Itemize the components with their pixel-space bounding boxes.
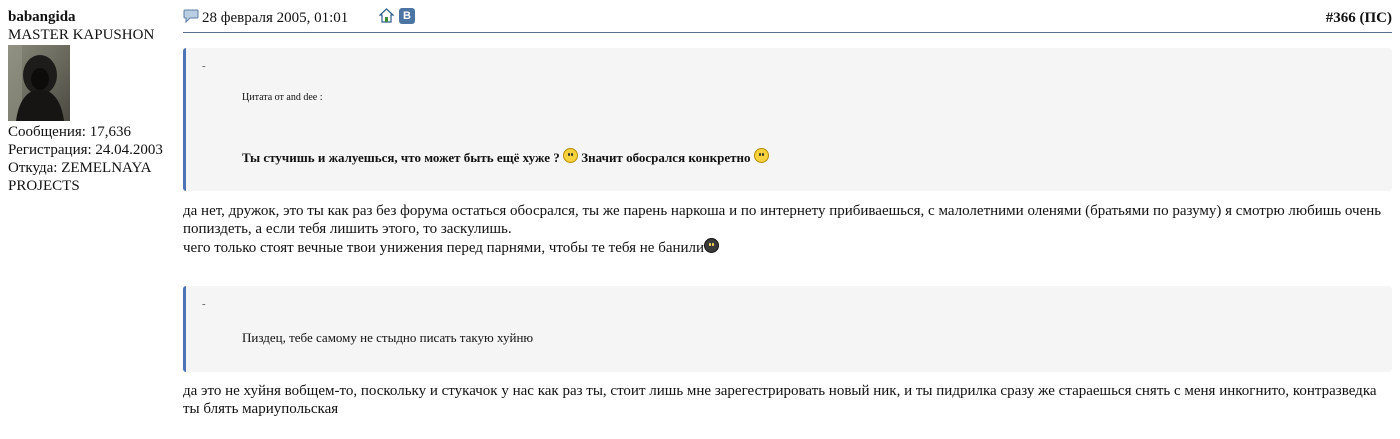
quote-text: Ты стучишь и жалуешься, что может быть е… [242, 148, 769, 166]
scared-smiley-icon [563, 148, 579, 163]
quote-author: Цитата от and dee : [242, 92, 323, 103]
cool-smiley-icon [704, 238, 720, 253]
quote-block-2: - Пиздец, тебе самому не стыдно писать т… [183, 286, 1392, 372]
reply-line-2-text: чего только стоят вечные твои унижения п… [183, 240, 705, 256]
reply-line-1: да нет, дружок, это ты как раз без форум… [183, 203, 1382, 237]
vk-icon[interactable]: В [399, 8, 415, 24]
quote-dash: - [202, 298, 206, 310]
avatar[interactable] [8, 45, 70, 121]
reply-text: да нет, дружок, это ты как раз без форум… [183, 202, 1392, 257]
user-location: Откуда: ZEMELNAYA PROJECTS [8, 160, 151, 194]
quote-dash: - [202, 60, 206, 72]
quote-text-part-a: Ты стучишь и жалуешься, что может быть е… [242, 150, 560, 165]
grin-smiley-icon [753, 148, 769, 163]
speech-bubble-icon [183, 9, 199, 23]
username[interactable]: babangida [8, 8, 178, 26]
reply-text-2: да это не хуйня вобщем-то, поскольку и с… [183, 383, 1377, 417]
post-header: 28 февраля 2005, 01:01 В #366 (ПС) [183, 8, 1392, 33]
user-rank: MASTER KAPUSHON [8, 27, 155, 43]
post: 28 февраля 2005, 01:01 В #366 (ПС) - Цит… [183, 8, 1392, 418]
home-icon[interactable] [379, 8, 394, 23]
quote-block: - Цитата от and dee : Ты стучишь и жалуе… [183, 48, 1392, 191]
quote-text-part-b: Значит обосрался конкретно [581, 150, 751, 165]
user-info: babangida MASTER KAPUSHON Сообщения: 17,… [8, 8, 178, 195]
post-date: 28 февраля 2005, 01:01 [202, 10, 349, 26]
post-number[interactable]: #366 (ПС) [1326, 10, 1392, 27]
reply-line-2: чего только стоят вечные твои унижения п… [183, 238, 1392, 257]
user-messages: Сообщения: 17,636 [8, 124, 131, 140]
quote-text-2: Пиздец, тебе самому не стыдно писать так… [242, 330, 534, 345]
user-registered: Регистрация: 24.04.2003 [8, 142, 163, 158]
